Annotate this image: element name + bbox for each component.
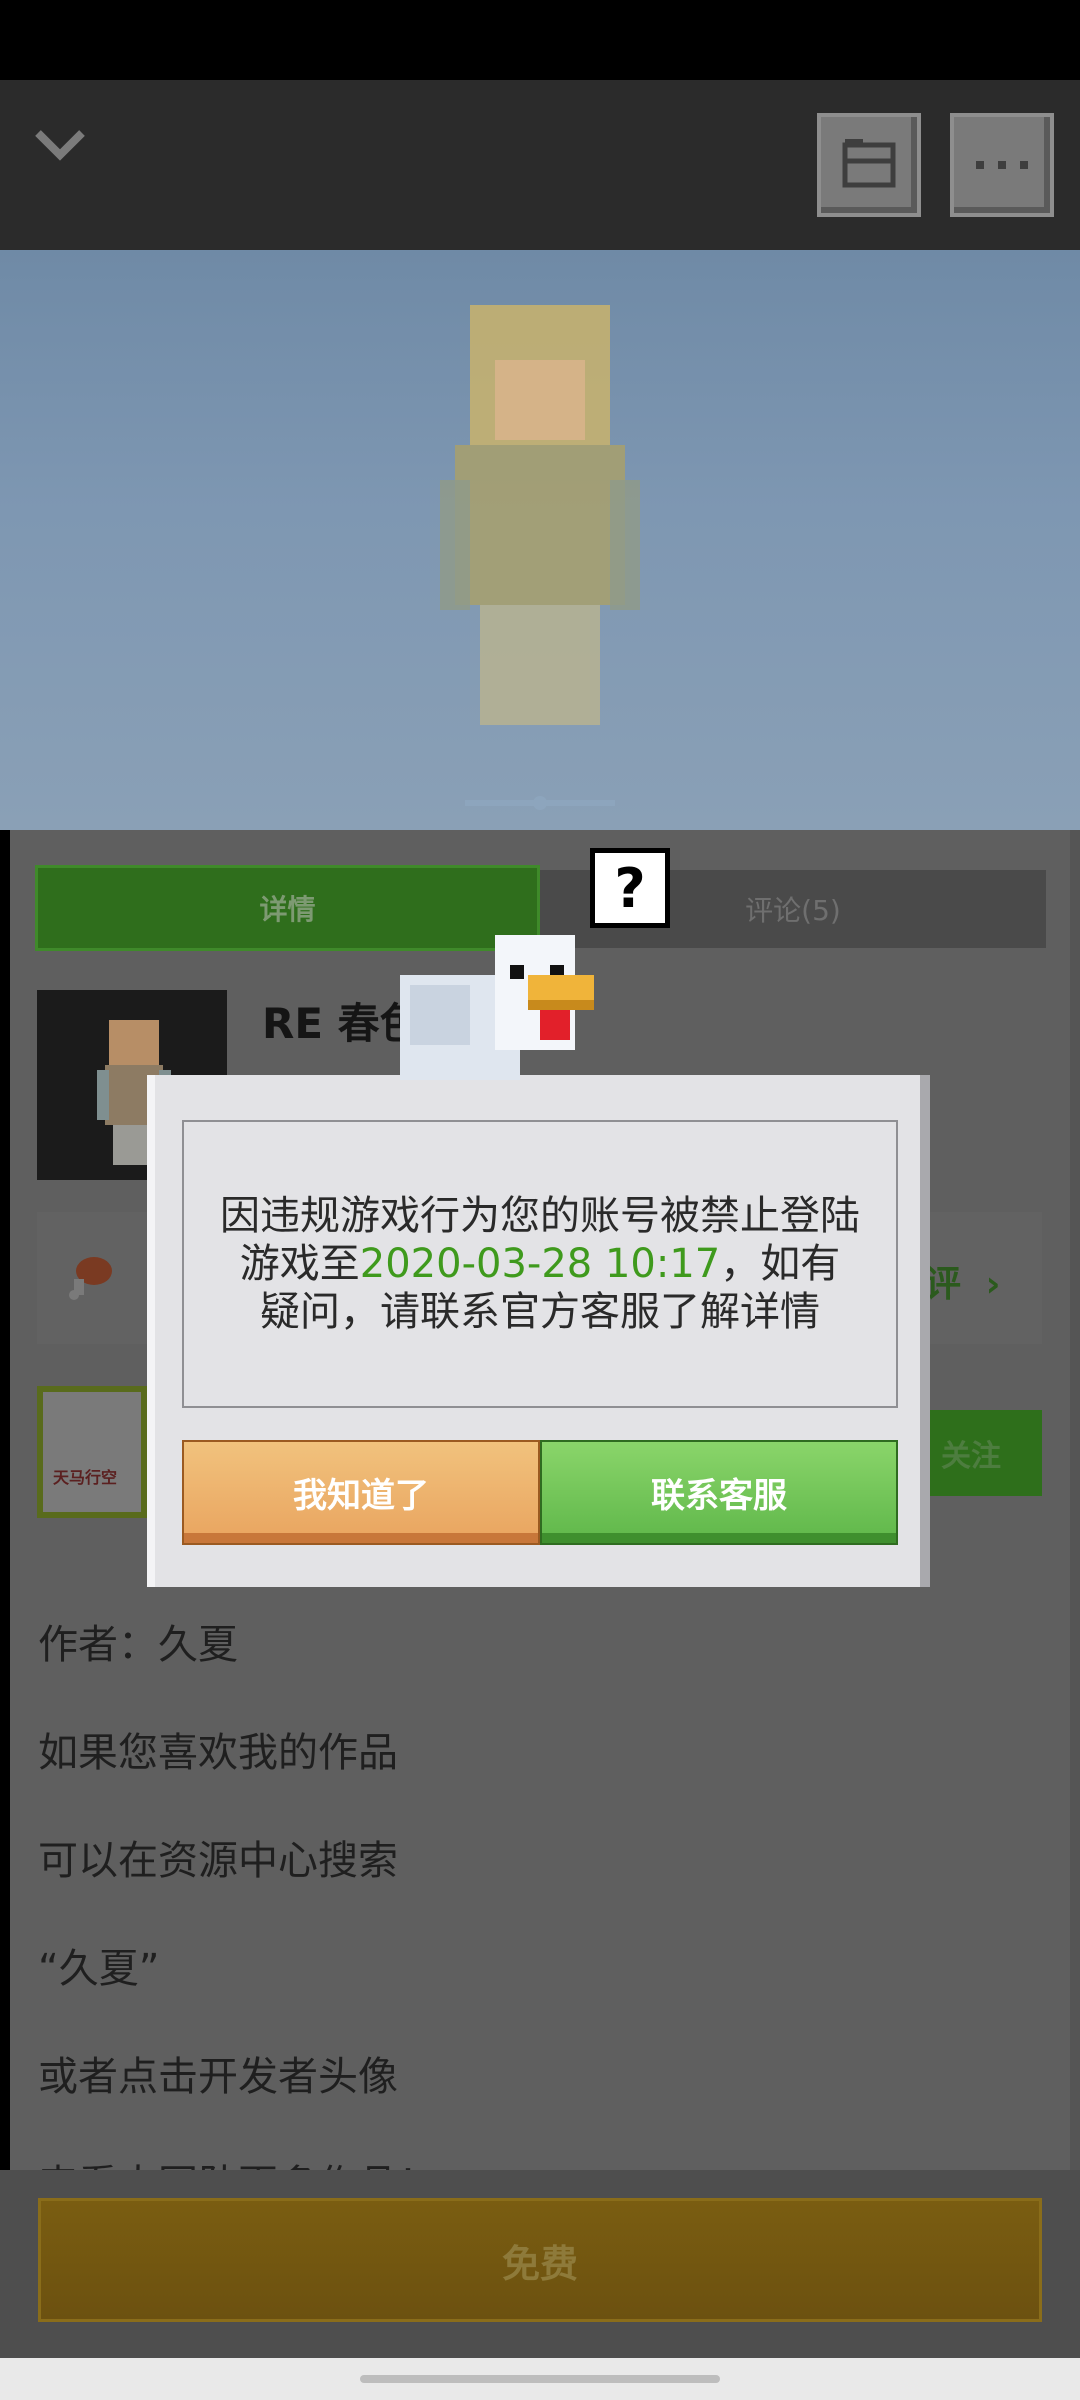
skin-body bbox=[455, 445, 625, 605]
developer-logo-text: 天马行空 bbox=[53, 1468, 118, 1487]
description-line: “久夏” bbox=[38, 1946, 160, 1992]
dialog-message-box: 因违规游戏行为您的账号被禁止登陆游戏至2020-03-28 10:17，如有疑问… bbox=[182, 1120, 898, 1408]
skin-sleeve-left bbox=[440, 480, 470, 610]
rate-label: 评 bbox=[925, 1264, 962, 1305]
skin-legs bbox=[480, 605, 600, 725]
description-line: 来看大团队更多作品！ bbox=[38, 2152, 438, 2170]
question-bubble-icon: ? bbox=[590, 848, 670, 928]
rate-link[interactable]: 评 › bbox=[925, 1255, 1000, 1307]
chicken-mascot-icon bbox=[400, 930, 600, 1080]
ok-button[interactable]: 我知道了 bbox=[182, 1440, 540, 1545]
folder-icon bbox=[842, 139, 896, 188]
drumstick-icon bbox=[60, 1245, 120, 1305]
status-bar bbox=[0, 0, 1080, 80]
developer-avatar[interactable]: 天马行空 bbox=[37, 1386, 147, 1518]
back-button[interactable] bbox=[30, 115, 90, 175]
skin-face bbox=[495, 360, 585, 440]
ban-until-date: 2020-03-28 10:17 bbox=[359, 1241, 721, 1287]
skin-sleeve-right bbox=[610, 480, 640, 610]
description-line: 可以在资源中心搜索 bbox=[38, 1838, 398, 1884]
rotate-handle-icon[interactable] bbox=[465, 795, 615, 810]
item-title: RE 春色 bbox=[262, 999, 422, 1048]
skin-preview-image[interactable] bbox=[0, 250, 1080, 830]
chevron-down-icon bbox=[35, 130, 85, 161]
contact-support-button[interactable]: 联系客服 bbox=[540, 1440, 898, 1545]
description-line: 或者点击开发者头像 bbox=[38, 2054, 398, 2100]
save-button[interactable] bbox=[817, 113, 921, 217]
dialog-message: 因违规游戏行为您的账号被禁止登陆游戏至2020-03-28 10:17，如有疑问… bbox=[220, 1192, 860, 1336]
description-line: 如果您喜欢我的作品 bbox=[38, 1730, 398, 1776]
free-button[interactable]: 免费 bbox=[38, 2198, 1042, 2322]
ellipsis-icon bbox=[976, 161, 1028, 169]
content-edge bbox=[1070, 830, 1080, 2170]
description-line: 作者：久夏 bbox=[38, 1622, 238, 1668]
home-indicator[interactable] bbox=[360, 2375, 720, 2383]
more-button[interactable] bbox=[950, 113, 1054, 217]
chevron-right-icon: › bbox=[985, 1264, 1001, 1305]
